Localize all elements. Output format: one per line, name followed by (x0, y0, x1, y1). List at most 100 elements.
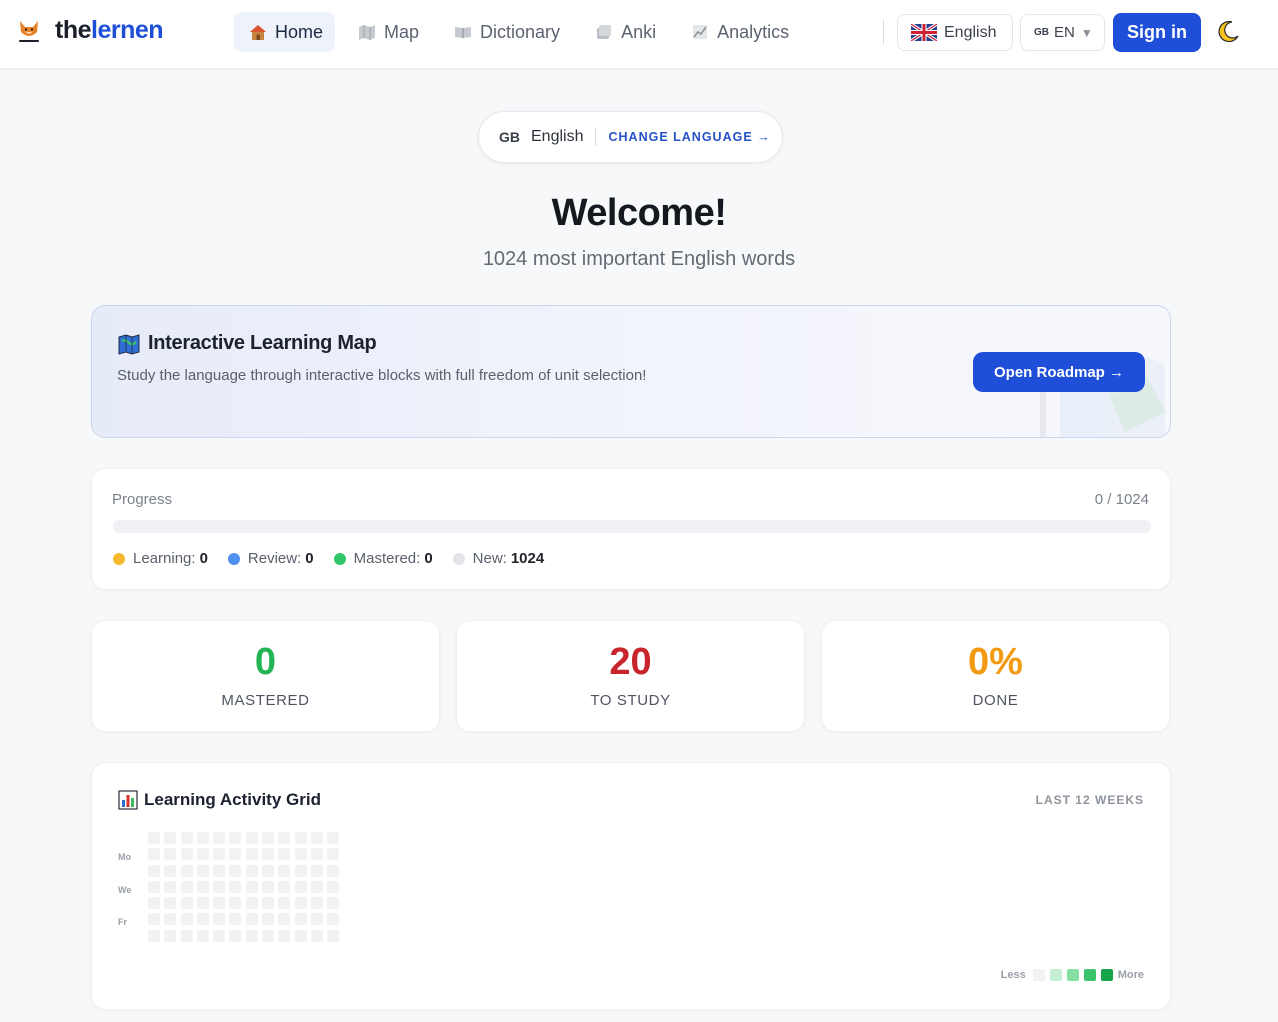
page-title: Welcome! (551, 192, 727, 234)
map-book-icon (118, 333, 140, 355)
cards-icon (597, 25, 612, 39)
change-language-link[interactable]: CHANGE LANGUAGE → (608, 130, 770, 144)
activity-cell (262, 929, 275, 942)
locale-label: EN (1054, 24, 1075, 41)
activity-cell (310, 913, 323, 926)
progress-legend: Learning: 0 Review: 0 Mastered: 0 New: 1… (113, 550, 564, 567)
activity-cell (310, 929, 323, 942)
activity-cell (278, 897, 291, 910)
book-icon (455, 27, 472, 38)
legend-value: 0 (424, 550, 433, 567)
ui-locale-dropdown[interactable]: GB EN ▼ (1020, 14, 1105, 51)
stat-caption: DONE (972, 692, 1019, 709)
activity-cell (245, 848, 258, 861)
nav-item-label: Home (275, 21, 324, 42)
activity-cell (229, 913, 242, 926)
open-roadmap-button[interactable]: Open Roadmap → (973, 352, 1145, 392)
activity-cell (278, 929, 291, 942)
activity-cell (327, 913, 340, 926)
activity-cell (148, 880, 160, 893)
stat-card-mastered: 0 MASTERED (91, 620, 440, 732)
activity-cell (180, 832, 193, 844)
activity-cell (180, 880, 193, 893)
main-nav: Home Map Dictionary Anki Analytics (234, 12, 809, 52)
activity-cell (229, 929, 242, 942)
activity-cell (164, 929, 177, 942)
nav-item-home[interactable]: Home (234, 12, 336, 52)
activity-cell (148, 897, 160, 910)
legend-value: 1024 (510, 550, 545, 567)
activity-cell (180, 913, 193, 926)
activity-cell (148, 913, 160, 926)
activity-cell (229, 897, 242, 910)
nav-item-analytics[interactable]: Analytics (676, 12, 801, 52)
activity-cell (213, 832, 226, 844)
legend-value: 0 (305, 550, 314, 567)
language-selector-label: English (944, 23, 997, 41)
nav-item-dictionary[interactable]: Dictionary (439, 12, 572, 52)
activity-cell (213, 897, 226, 910)
activity-cell (229, 864, 242, 877)
nav-item-map[interactable]: Map (343, 12, 431, 52)
activity-cell (245, 864, 258, 877)
activity-cell (180, 897, 193, 910)
stat-value: 0 (254, 641, 277, 683)
stat-value: 0% (968, 641, 1023, 683)
activity-heatmap (148, 832, 340, 942)
moon-icon[interactable] (1215, 19, 1241, 45)
activity-cell (164, 913, 177, 926)
activity-cell (310, 848, 323, 861)
activity-cell (148, 929, 160, 942)
locale-country-code: GB (1034, 27, 1049, 38)
stat-caption: MASTERED (221, 692, 310, 709)
activity-cell (262, 832, 275, 844)
legend-review: Review: 0 (227, 550, 314, 567)
bar-chart-icon (118, 790, 138, 810)
activity-cell (310, 897, 323, 910)
activity-cell (213, 913, 226, 926)
learning-activity-card: Learning Activity Grid LAST 12 WEEKS Mo … (91, 762, 1171, 1010)
activity-cell (310, 832, 323, 844)
progress-count: 0 / 1024 (1094, 491, 1149, 508)
language-selector-button[interactable]: English (897, 14, 1013, 51)
header-divider (883, 20, 884, 44)
activity-cell (213, 929, 226, 942)
progress-label: Progress (112, 491, 173, 508)
new-dot-icon (452, 552, 465, 565)
learning-map-title: Interactive Learning Map (118, 332, 377, 355)
legend-new: New: 1024 (452, 550, 545, 567)
nav-item-anki[interactable]: Anki (580, 12, 668, 52)
learning-map-title-text: Interactive Learning Map (148, 332, 377, 354)
progress-bar (113, 520, 1151, 533)
activity-cell (294, 832, 307, 844)
activity-cell (213, 880, 226, 893)
day-label: Fr (118, 917, 127, 927)
activity-cell (294, 929, 307, 942)
language-country-code: GB (499, 129, 520, 145)
fox-logo-icon[interactable] (17, 18, 41, 46)
sign-in-button[interactable]: Sign in (1113, 13, 1201, 52)
activity-cell (245, 897, 258, 910)
activity-cell (294, 913, 307, 926)
nav-item-label: Analytics (717, 21, 790, 42)
current-language-name: English (531, 128, 584, 145)
activity-cell (196, 929, 209, 942)
activity-cell (262, 897, 275, 910)
activity-cell (294, 880, 307, 893)
activity-cell (164, 832, 177, 844)
activity-cell (196, 864, 209, 877)
activity-title-text: Learning Activity Grid (144, 790, 321, 809)
activity-cell (229, 848, 242, 861)
activity-cell (327, 897, 340, 910)
activity-title: Learning Activity Grid (118, 790, 321, 810)
activity-cell (278, 880, 291, 893)
top-navigation-bar: thelernen Home Map Dictionary Anki Analy… (0, 0, 1278, 69)
activity-cell (164, 864, 177, 877)
review-dot-icon (227, 552, 240, 565)
activity-cell (180, 864, 193, 877)
brand-wordmark[interactable]: thelernen (55, 16, 164, 45)
day-label: We (118, 885, 132, 895)
scale-swatch (1083, 969, 1096, 981)
activity-cell (262, 913, 275, 926)
activity-cell (213, 864, 226, 877)
